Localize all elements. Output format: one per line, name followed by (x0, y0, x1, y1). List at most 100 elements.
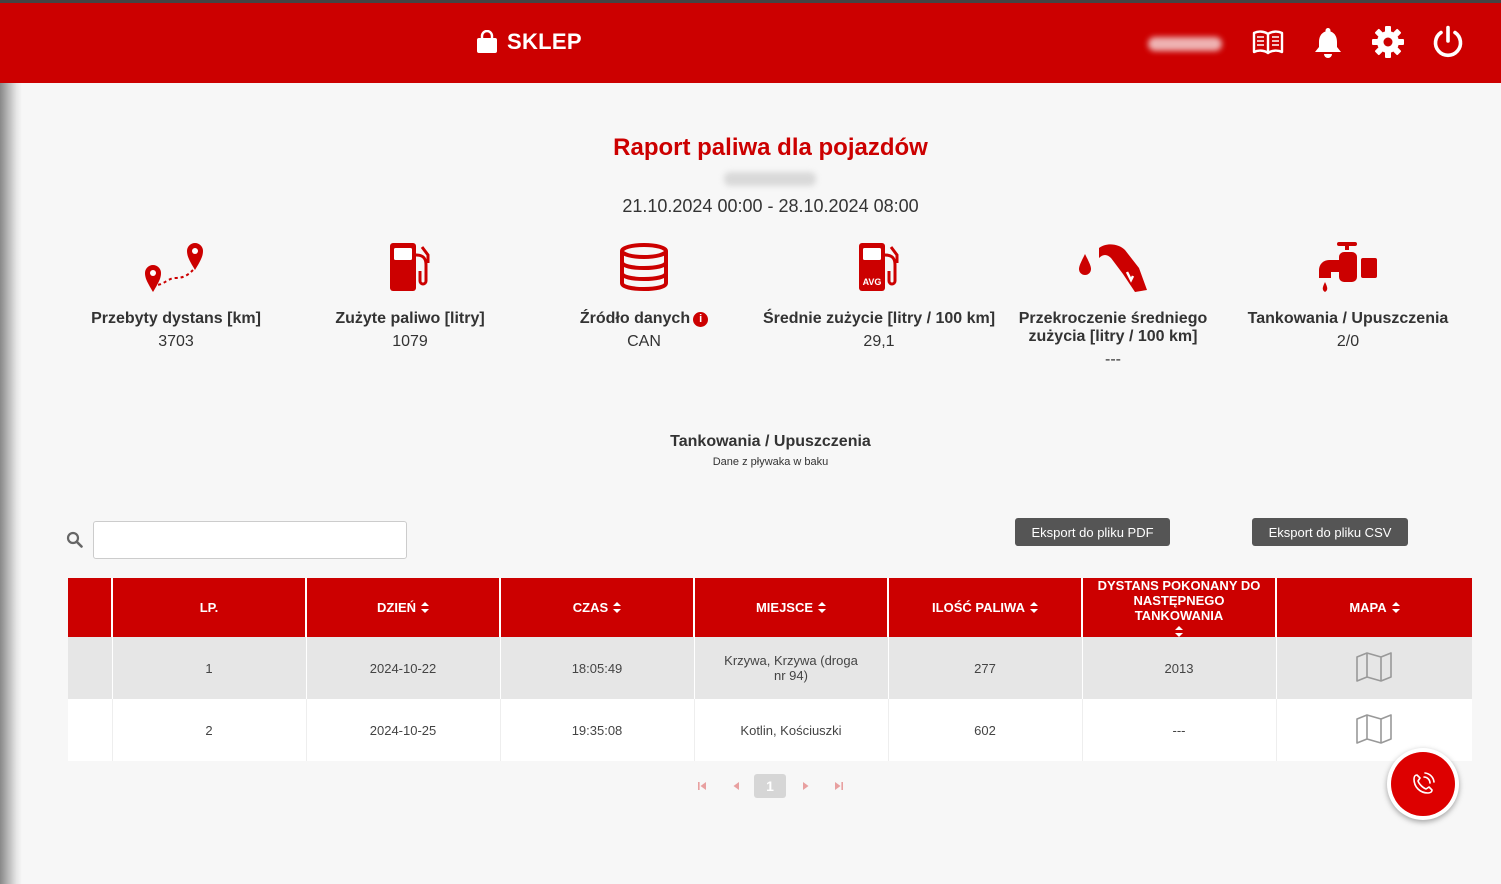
col-header-time[interactable]: CZAS (499, 578, 694, 637)
phone-ringing-icon (1413, 772, 1435, 794)
book-icon (1252, 30, 1284, 55)
col-header-lp[interactable]: LP. (111, 578, 306, 637)
stat-label: Zużyte paliwo [litry] (335, 310, 485, 327)
sort-icon (1175, 626, 1183, 637)
col-header-distance[interactable]: DYSTANS POKONANY DO NASTĘPNEGO TANKOWANI… (1081, 578, 1276, 637)
cell-place: Krzywa, Krzywa (droga nr 94) (693, 637, 888, 699)
next-page-icon (803, 782, 809, 790)
stat-fuel-used: Zużyte paliwo [litry] 1079 (290, 238, 530, 351)
export-pdf-button[interactable]: Eksport do pliku PDF (1015, 518, 1170, 546)
refuels-table: LP. DZIEŃ CZAS MIEJSCE ILOŚĆ PALIWA DYST… (68, 578, 1472, 761)
stat-label: Tankowania / Upuszczenia (1247, 310, 1449, 327)
top-navbar: SKLEP (0, 3, 1501, 83)
row-spacer-cell (68, 699, 112, 761)
manual-button[interactable] (1251, 25, 1285, 59)
first-page-icon (698, 782, 706, 790)
col-header-label: CZAS (572, 600, 609, 615)
stat-value: 2/0 (1336, 333, 1360, 350)
stat-consumption-exceeded: Przekroczenie średniego zużycia [litry /… (993, 238, 1233, 369)
table-row[interactable]: 2 2024-10-25 19:35:08 Kotlin, Kościuszki… (68, 699, 1472, 761)
shop-link[interactable]: SKLEP (476, 29, 582, 55)
cell-time: 18:05:49 (499, 637, 694, 699)
stat-value: CAN (627, 333, 661, 350)
cell-lp: 2 (111, 699, 306, 761)
col-header-place[interactable]: MIEJSCE (693, 578, 888, 637)
notifications-button[interactable] (1311, 25, 1345, 59)
col-header-label: DYSTANS POKONANY DO NASTĘPNEGO TANKOWANI… (1097, 578, 1261, 623)
col-header-empty (68, 578, 112, 637)
contact-call-button[interactable] (1387, 748, 1459, 820)
cell-place: Kotlin, Kościuszki (693, 699, 888, 761)
fuel-nozzle-icon (1079, 244, 1147, 292)
page-title: Raport paliwa dla pojazdów (613, 134, 928, 161)
search-icon (66, 531, 83, 548)
col-header-label: DZIEŃ (377, 600, 416, 615)
cell-lp: 1 (111, 637, 306, 699)
table-header-row: LP. DZIEŃ CZAS MIEJSCE ILOŚĆ PALIWA DYST… (68, 578, 1472, 637)
map-icon[interactable] (1355, 713, 1393, 744)
col-header-day[interactable]: DZIEŃ (305, 578, 500, 637)
database-icon (620, 243, 668, 292)
row-spacer-cell (68, 637, 112, 699)
gear-icon (1372, 26, 1404, 58)
stat-label: Średnie zużycie [litry / 100 km] (762, 310, 996, 327)
search-input[interactable] (93, 521, 407, 559)
stat-avg-consumption: AVG Średnie zużycie [litry / 100 km] 29,… (759, 238, 999, 351)
logout-button[interactable] (1431, 25, 1465, 59)
cell-map[interactable] (1275, 699, 1472, 761)
table-row[interactable]: 1 2024-10-22 18:05:49 Krzywa, Krzywa (dr… (68, 637, 1472, 699)
stat-value: 29,1 (863, 333, 895, 350)
report-date-range: 21.10.2024 00:00 - 28.10.2024 08:00 (622, 196, 919, 216)
power-icon (1433, 25, 1463, 58)
pagination: 1 (690, 774, 850, 800)
sort-icon (1391, 602, 1400, 613)
section-title: Tankowania / Upuszczenia (670, 433, 871, 450)
sort-icon (818, 602, 827, 613)
cell-day: 2024-10-25 (305, 699, 500, 761)
cell-fuel: 277 (887, 637, 1082, 699)
sort-icon (613, 602, 622, 613)
stat-distance: Przebyty dystans [km] 3703 (56, 238, 296, 351)
export-csv-button[interactable]: Eksport do pliku CSV (1252, 518, 1408, 546)
sort-icon (421, 602, 429, 613)
first-page-button[interactable] (696, 774, 708, 798)
col-header-label: ILOŚĆ PALIWA (932, 600, 1025, 615)
prev-page-icon (733, 782, 739, 790)
stat-label: Przebyty dystans [km] (91, 310, 261, 327)
fuel-pump-avg-icon: AVG (859, 243, 899, 291)
cell-distance: --- (1081, 699, 1276, 761)
vehicle-id-blurred (724, 172, 816, 186)
faucet-icon (1319, 242, 1377, 292)
cell-distance: 2013 (1081, 637, 1276, 699)
section-subtitle: Dane z pływaka w baku (712, 456, 829, 468)
info-icon[interactable]: i (693, 312, 709, 327)
route-pins-icon (145, 243, 203, 292)
stat-label: Źródło danych (579, 310, 691, 327)
map-icon[interactable] (1355, 651, 1393, 682)
col-header-label: MIEJSCE (755, 600, 814, 615)
cell-time: 19:35:08 (499, 699, 694, 761)
col-header-label: MAPA (1349, 600, 1387, 615)
col-header-fuel[interactable]: ILOŚĆ PALIWA (887, 578, 1082, 637)
next-page-button[interactable] (800, 774, 812, 798)
settings-button[interactable] (1371, 25, 1405, 59)
col-header-map[interactable]: MAPA (1275, 578, 1472, 637)
shopping-bag-icon (477, 30, 497, 53)
page-number-button[interactable]: 1 (754, 774, 786, 798)
stat-label: Przekroczenie średniego zużycia [litry /… (1018, 310, 1208, 345)
col-header-label: LP. (199, 600, 219, 615)
last-page-icon (835, 782, 843, 790)
cell-fuel: 602 (887, 699, 1082, 761)
contact-call-button-inner (1391, 752, 1455, 816)
shop-label: SKLEP (507, 29, 582, 54)
stat-value: --- (1105, 351, 1121, 368)
stat-data-source: Źródło danych i CAN (524, 238, 764, 351)
fuel-pump-icon (390, 243, 430, 291)
user-name-blurred[interactable] (1148, 37, 1222, 51)
last-page-button[interactable] (833, 774, 845, 798)
svg-text:AVG: AVG (863, 277, 882, 287)
stat-value: 3703 (158, 333, 194, 350)
prev-page-button[interactable] (730, 774, 742, 798)
sort-icon (1029, 602, 1038, 613)
cell-map[interactable] (1275, 637, 1472, 699)
